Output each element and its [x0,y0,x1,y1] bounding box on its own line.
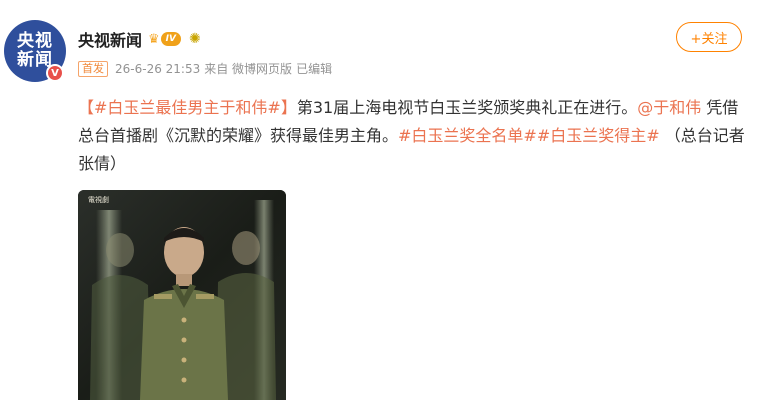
edited-label[interactable]: 已编辑 [296,60,332,77]
hashtag-link-full-list[interactable]: #白玉兰奖全名单# [398,126,537,145]
verified-v-icon: V [46,64,64,82]
mention-link[interactable]: @于和伟 [637,98,701,117]
level-label: IV [160,32,181,46]
poster-illustration: 電視劇 [78,190,286,400]
vip-level-badge[interactable]: ♛ IV [148,31,181,48]
post-meta: 首发 26-6-26 21:53 来自 微博网页版 已编辑 [78,60,332,77]
user-name[interactable]: 央视新闻 [78,27,142,51]
hashtag-title-link[interactable]: 【#白玉兰最佳男主于和伟#】 [78,98,297,117]
first-post-tag: 首发 [78,60,108,77]
avatar-text-line1: 央视 [17,31,53,51]
post-source: 来自 微博网页版 [204,62,293,76]
hashtag-link-winners[interactable]: #白玉兰奖得主# [537,126,660,145]
name-row: 央视新闻 ♛ IV ✺ [78,27,201,51]
follow-button[interactable]: +关注 [676,22,742,52]
post-timestamp[interactable]: 26-6-26 21:53 [115,62,200,76]
poster-corner-mark: 電視劇 [88,195,109,204]
post-body-text: 第31届上海电视节白玉兰奖颁奖典礼正在进行。 [296,98,638,117]
sun-icon[interactable]: ✺ [189,31,201,48]
crown-icon: ♛ [148,31,160,47]
post-text: 【#白玉兰最佳男主于和伟#】第31届上海电视节白玉兰奖颁奖典礼正在进行。@于和伟… [78,94,748,178]
post-image[interactable]: 電視劇 [78,190,286,400]
